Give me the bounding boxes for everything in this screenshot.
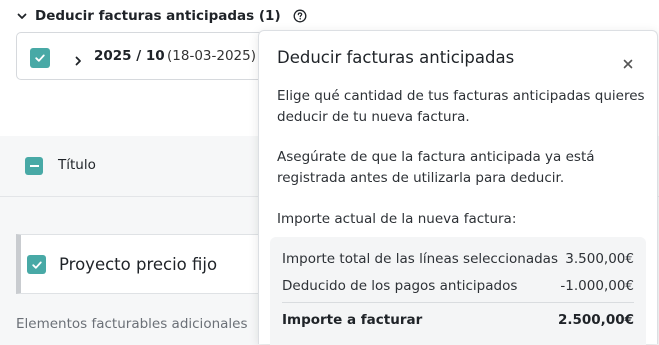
project-checkbox[interactable] xyxy=(27,255,46,274)
popover-title: Deducir facturas anticipadas xyxy=(277,48,515,67)
summary-total-row: Importe a facturar 2.500,00€ xyxy=(282,312,634,332)
question-circle-icon[interactable] xyxy=(293,9,307,23)
summary-value: -1.000,00€ xyxy=(560,278,634,294)
additional-items-label: Elementos facturables adicionales xyxy=(16,316,248,332)
check-icon xyxy=(31,261,42,269)
summary-label: Importe total de las líneas seleccionada… xyxy=(282,251,558,267)
section-title: Deducir facturas anticipadas (1) xyxy=(35,8,281,24)
chevron-right-icon[interactable] xyxy=(73,51,83,66)
summary-label: Deducido de los pagos anticipados xyxy=(282,278,518,294)
amount-summary: Importe total de las líneas seleccionada… xyxy=(270,237,646,345)
deduct-info-popover: Deducir facturas anticipadas Elige qué c… xyxy=(258,30,658,345)
chevron-down-icon[interactable] xyxy=(16,10,28,22)
project-row: Proyecto precio fijo xyxy=(16,234,276,294)
check-icon xyxy=(35,54,45,62)
summary-total-value: 2.500,00€ xyxy=(557,312,634,328)
close-icon[interactable] xyxy=(623,54,633,69)
select-all-checkbox[interactable] xyxy=(25,157,43,175)
advance-invoice-checkbox[interactable] xyxy=(30,48,50,68)
advance-invoice-date: (18-03-2025) xyxy=(167,48,256,64)
summary-value: 3.500,00€ xyxy=(565,251,634,267)
advance-invoice-period: 2025 / 10 xyxy=(94,48,165,64)
summary-row: Deducido de los pagos anticipados -1.000… xyxy=(282,278,634,298)
popover-description: Elige qué cantidad de tus facturas antic… xyxy=(277,88,645,125)
project-name: Proyecto precio fijo xyxy=(59,255,218,274)
summary-total-label: Importe a facturar xyxy=(282,312,423,328)
minus-icon xyxy=(29,165,39,167)
section-header[interactable]: Deducir facturas anticipadas (1) xyxy=(16,6,307,26)
advance-invoice-card: 2025 / 10 (18-03-2025) xyxy=(16,32,276,80)
summary-divider xyxy=(282,302,634,303)
popover-warning: Asegúrate de que la factura anticipada y… xyxy=(277,149,595,186)
column-title: Título xyxy=(58,157,96,173)
summary-row: Importe total de las líneas seleccionada… xyxy=(282,251,634,271)
popover-current-amount-label: Importe actual de la nueva factura: xyxy=(277,211,517,227)
